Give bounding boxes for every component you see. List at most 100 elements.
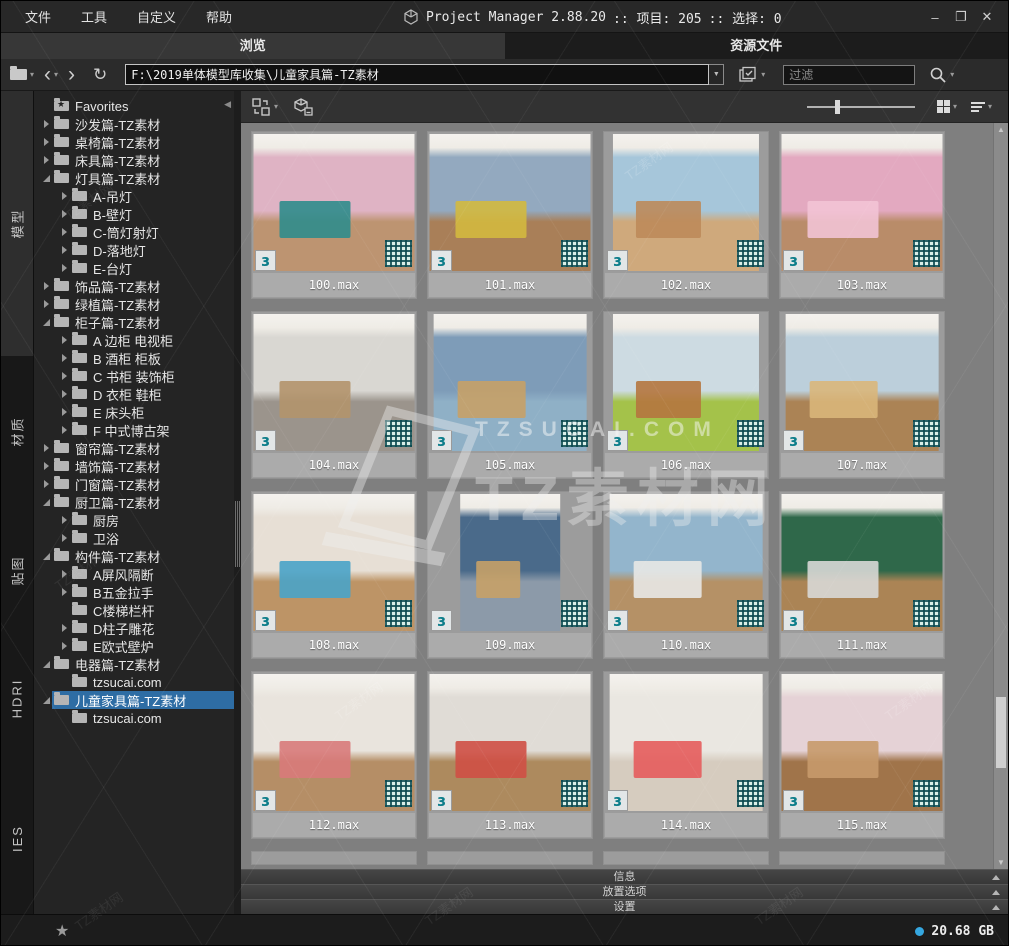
path-input[interactable] [125,64,710,85]
tree-item-body[interactable]: C 书柜 装饰柜 [70,367,234,385]
tree-item[interactable]: tzsucai.com [34,673,234,691]
collapsed-arrow-icon[interactable] [58,642,70,650]
expanded-arrow-icon[interactable] [40,498,52,506]
tree-item[interactable]: 儿童家具篇-TZ素材 [34,691,234,709]
collapsed-arrow-icon[interactable] [40,138,52,146]
tree-item[interactable]: 厨房 [34,511,234,529]
panel-settings[interactable]: 设置 [241,899,1008,914]
tree-item[interactable]: tzsucai.com [34,709,234,727]
menu-file[interactable]: 文件 [13,3,63,30]
view-mode-button[interactable]: ▾ [936,100,957,113]
collapsed-arrow-icon[interactable] [58,624,70,632]
thumbnail-card[interactable]: ɜ 110.max [603,491,769,659]
collapsed-arrow-icon[interactable] [58,588,70,596]
search-dropdown-caret[interactable]: ▾ [950,70,954,79]
sync-dropdown-caret[interactable]: ▾ [274,102,278,111]
tree-item-body[interactable]: tzsucai.com [70,673,234,691]
tree-item-body[interactable]: F 中式博古架 [70,421,234,439]
collapsed-arrow-icon[interactable] [40,120,52,128]
preview-dropdown-caret[interactable]: ▾ [761,70,765,79]
thumbnail-card[interactable]: ɜ 109.max [427,491,593,659]
tree-item[interactable]: D 衣柜 鞋柜 [34,385,234,403]
tree-item-body[interactable]: 门窗篇-TZ素材 [52,475,234,493]
tree-item[interactable]: A屏风隔断 [34,565,234,583]
collapsed-arrow-icon[interactable] [58,408,70,416]
thumbnail-card[interactable]: ɜ 101.max [427,131,593,299]
thumbnail-card-partial[interactable] [427,851,593,865]
thumbnail-card[interactable]: ɜ 102.max [603,131,769,299]
vertical-scrollbar[interactable]: ▲ ▼ [993,123,1008,869]
tree-item[interactable]: B五金拉手 [34,583,234,601]
back-button[interactable]: ‹ ▾ [44,64,58,85]
collapsed-arrow-icon[interactable] [40,282,52,290]
expanded-arrow-icon[interactable] [40,696,52,704]
panel-splitter[interactable] [234,91,241,914]
tree-item-body[interactable]: 构件篇-TZ素材 [52,547,234,565]
refresh-button[interactable]: ↻ [93,66,107,83]
sort-dropdown-caret[interactable]: ▾ [988,102,992,111]
thumbnail-card[interactable]: ɜ 115.max [779,671,945,839]
tree-item[interactable]: A-吊灯 [34,187,234,205]
slider-handle[interactable] [834,99,840,114]
tree-item-body[interactable]: 饰品篇-TZ素材 [52,277,234,295]
collapsed-arrow-icon[interactable] [58,516,70,524]
forward-button[interactable]: › [68,64,75,85]
tree-item-body[interactable]: C楼梯栏杆 [70,601,234,619]
panel-info-expand-icon[interactable] [992,875,1000,880]
thumbnail-card[interactable]: ɜ 112.max [251,671,417,839]
tree-item[interactable]: 电器篇-TZ素材 [34,655,234,673]
tree-collapse-arrow-icon[interactable]: ◀ [224,99,231,110]
minimize-button[interactable]: – [924,10,946,25]
tree-item[interactable]: E-台灯 [34,259,234,277]
tree-item[interactable]: 柜子篇-TZ素材 [34,313,234,331]
tree-item-body[interactable]: 柜子篇-TZ素材 [52,313,234,331]
scroll-up-icon[interactable]: ▲ [994,125,1008,134]
thumbnail-image[interactable] [460,494,560,631]
tree-item-body[interactable]: B 酒柜 柜板 [70,349,234,367]
collapsed-arrow-icon[interactable] [58,372,70,380]
panel-placement-expand-icon[interactable] [992,890,1000,895]
panel-placement-options[interactable]: 放置选项 [241,884,1008,899]
tree-item[interactable]: 床具篇-TZ素材 [34,151,234,169]
panel-settings-expand-icon[interactable] [992,905,1000,910]
tree-item[interactable]: D-落地灯 [34,241,234,259]
scrollbar-thumb[interactable] [996,697,1006,769]
collapsed-arrow-icon[interactable] [58,336,70,344]
tab-resource-files[interactable]: 资源文件 [504,33,1008,59]
thumbnail-card-partial[interactable] [603,851,769,865]
collapsed-arrow-icon[interactable] [58,210,70,218]
tree-item-body[interactable]: 墙饰篇-TZ素材 [52,457,234,475]
menu-help[interactable]: 帮助 [194,3,244,30]
back-dropdown-caret[interactable]: ▾ [54,70,58,79]
tree-item[interactable]: E 床头柜 [34,403,234,421]
tree-item[interactable]: D柱子雕花 [34,619,234,637]
collapsed-arrow-icon[interactable] [58,426,70,434]
collapsed-arrow-icon[interactable] [40,444,52,452]
thumbnail-card-partial[interactable] [251,851,417,865]
tree-item[interactable]: E欧式壁炉 [34,637,234,655]
tree-item-body[interactable]: E 床头柜 [70,403,234,421]
tree-item-body[interactable]: tzsucai.com [70,709,234,727]
tree-item[interactable]: 门窗篇-TZ素材 [34,475,234,493]
thumbnail-size-slider[interactable] [806,99,915,114]
tree-item-body[interactable]: 厨房 [70,511,234,529]
tree-item-body[interactable]: D 衣柜 鞋柜 [70,385,234,403]
tree-item[interactable]: F 中式博古架 [34,421,234,439]
side-tab-hdri[interactable]: HDRI [1,634,33,762]
thumbnail-card[interactable]: ɜ 103.max [779,131,945,299]
regenerate-previews-button[interactable]: ▾ [251,97,278,117]
thumbnail-card[interactable]: ɜ 106.max [603,311,769,479]
tree-item-body[interactable]: 桌椅篇-TZ素材 [52,133,234,151]
tree-item-body[interactable]: E欧式壁炉 [70,637,234,655]
tree-item-body[interactable]: 绿植篇-TZ素材 [52,295,234,313]
open-folder-button[interactable]: ▾ [10,66,34,80]
folder-dropdown-caret[interactable]: ▾ [30,70,34,79]
tree-item-body[interactable]: 床具篇-TZ素材 [52,151,234,169]
panel-info[interactable]: 信息 [241,869,1008,884]
favorite-star-icon[interactable]: ★ [55,921,69,941]
thumbnail-card[interactable]: ɜ 105.max [427,311,593,479]
collapsed-arrow-icon[interactable] [58,228,70,236]
sort-button[interactable]: ▾ [970,100,992,113]
tree-item-body[interactable]: E-台灯 [70,259,234,277]
expanded-arrow-icon[interactable] [40,318,52,326]
